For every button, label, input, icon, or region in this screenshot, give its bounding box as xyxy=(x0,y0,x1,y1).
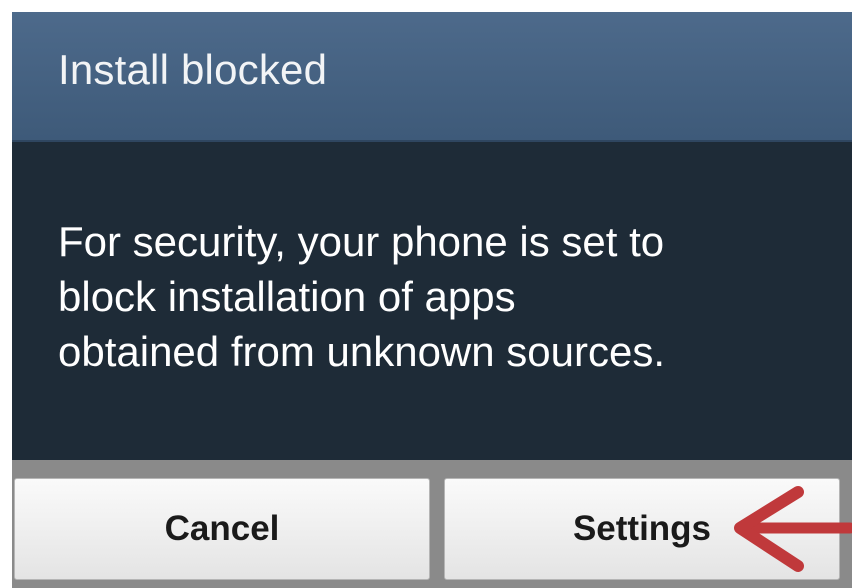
dialog-message: For security, your phone is set to block… xyxy=(58,218,666,375)
red-arrow-icon xyxy=(734,486,852,572)
dialog-body: For security, your phone is set to block… xyxy=(12,142,852,460)
screenshot-frame: Install blocked For security, your phone… xyxy=(0,0,852,588)
dialog-title: Install blocked xyxy=(58,46,328,93)
cancel-button[interactable]: Cancel xyxy=(14,478,430,580)
dialog-title-bar: Install blocked xyxy=(12,12,852,142)
